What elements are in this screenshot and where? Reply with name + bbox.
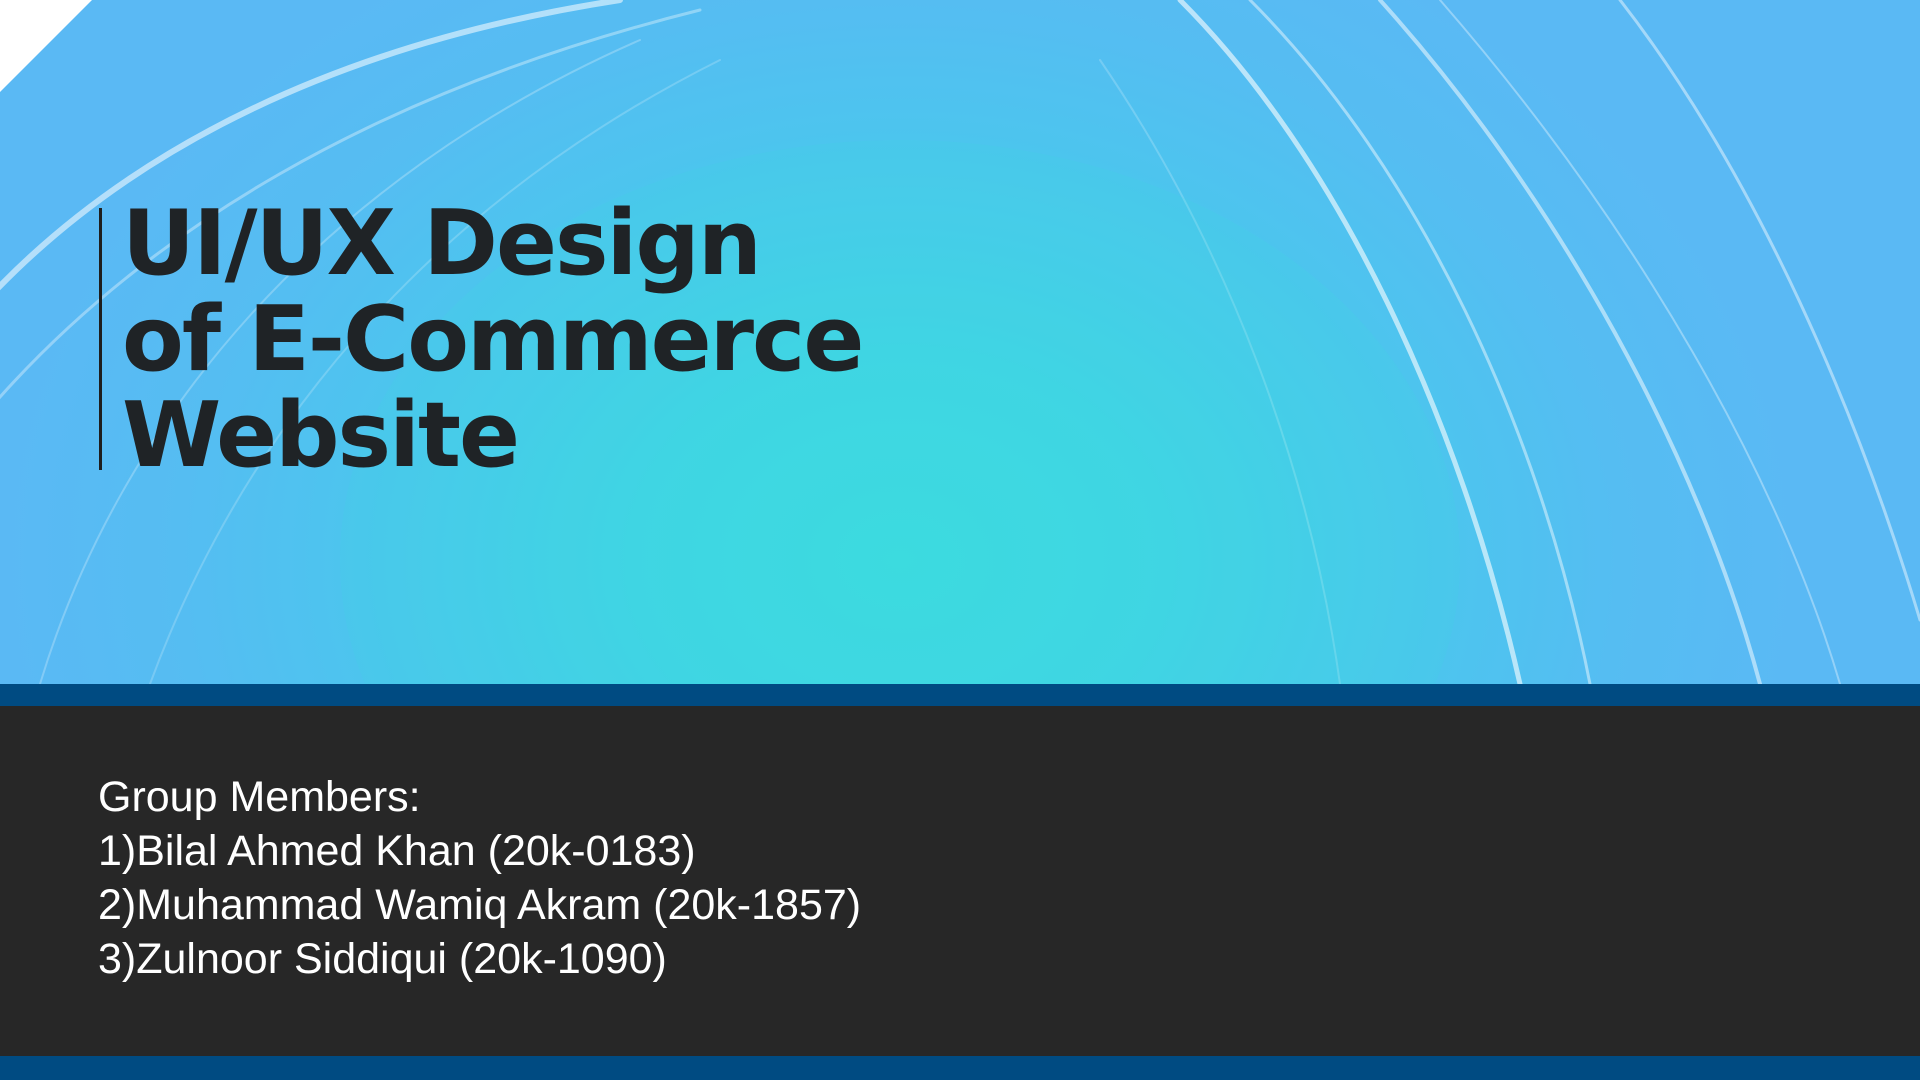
title-slide: UI/UX Design of E-Commerce Website Group… xyxy=(0,0,1920,1080)
member-item: 1)Bilal Ahmed Khan (20k-0183) xyxy=(98,827,696,875)
top-band xyxy=(0,684,1920,706)
title-accent-bar xyxy=(99,208,102,470)
title-line: UI/UX Design xyxy=(122,191,762,296)
corner-accent xyxy=(0,0,92,92)
member-item: 2)Muhammad Wamiq Akram (20k-1857) xyxy=(98,881,862,929)
members-heading: Group Members: xyxy=(98,773,421,821)
title-line: Website xyxy=(122,383,520,488)
member-item: 3)Zulnoor Siddiqui (20k-1090) xyxy=(98,935,667,983)
bottom-band xyxy=(0,1056,1920,1080)
group-members: Group Members: 1)Bilal Ahmed Khan (20k-0… xyxy=(98,770,861,986)
slide-title: UI/UX Design of E-Commerce Website xyxy=(122,191,864,488)
title-line: of E-Commerce xyxy=(122,287,864,392)
